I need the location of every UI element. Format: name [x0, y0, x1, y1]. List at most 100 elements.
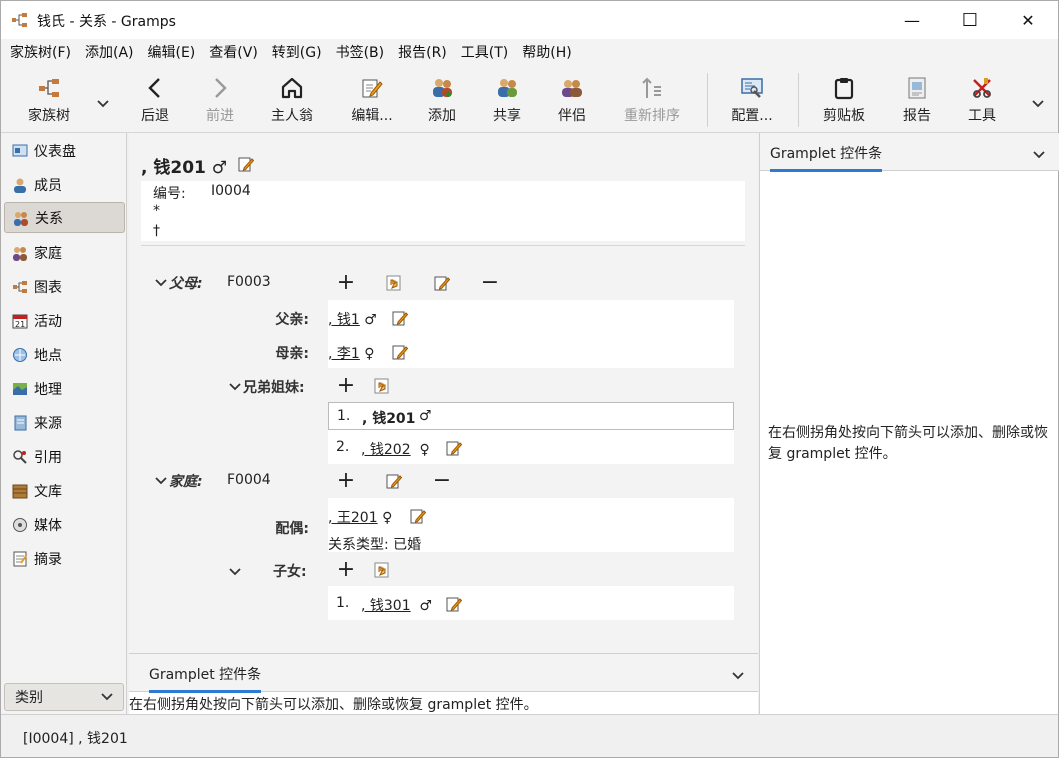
add-child-button[interactable]: + — [337, 559, 355, 581]
remove-parents-button[interactable]: − — [481, 272, 499, 294]
config-view-icon — [739, 75, 765, 101]
share-button[interactable]: 共享 — [484, 71, 530, 129]
family-tree-dropdown[interactable] — [93, 71, 113, 129]
sidebar-item-dashboard[interactable]: 仪表盘 — [4, 135, 125, 166]
chevron-down-icon[interactable] — [732, 668, 744, 684]
add-sibling-button[interactable]: + — [337, 375, 355, 397]
share-sibling-icon[interactable] — [373, 377, 391, 395]
chevron-down-icon[interactable] — [155, 276, 167, 290]
status-bar: [I0004] , 钱201 — [1, 714, 1058, 757]
repository-icon — [12, 483, 28, 499]
status-text: [I0004] , 钱201 — [23, 731, 128, 747]
edit-spouse-icon[interactable] — [409, 507, 427, 525]
chart-icon — [12, 279, 28, 295]
mother-label: 母亲: — [275, 346, 309, 362]
menu-help[interactable]: 帮助(H) — [515, 39, 578, 67]
add-person-icon — [429, 75, 455, 101]
mother-link[interactable]: , 李1 ♀ — [328, 343, 375, 363]
note-icon — [12, 551, 28, 567]
child-link[interactable]: , 钱301 ♂ — [361, 595, 432, 615]
chevron-down-icon[interactable] — [1033, 147, 1045, 163]
menu-tools[interactable]: 工具(T) — [454, 39, 515, 67]
sidebar-item-events[interactable]: 21 活动 — [4, 305, 125, 336]
right-gramplet-tab[interactable]: Gramplet 控件条 — [770, 143, 883, 172]
children-label: 子女: — [273, 564, 307, 580]
sidebar-item-notes[interactable]: 摘录 — [4, 543, 125, 574]
remove-family-button[interactable]: − — [433, 470, 451, 492]
relationship-view: , 钱201 ♂ 编号: I0004 * † 父母: F0003 + − 父亲:… — [129, 133, 758, 653]
toolbar-overflow-dropdown[interactable] — [1028, 71, 1048, 129]
sidebar-item-people[interactable]: 成员 — [4, 169, 125, 200]
menu-add[interactable]: 添加(A) — [78, 39, 141, 67]
chevron-down-icon — [1025, 91, 1051, 117]
right-gramplet-header: Gramplet 控件条 — [760, 133, 1059, 172]
sidebar-item-families[interactable]: 家庭 — [4, 237, 125, 268]
toolbar-separator — [798, 73, 799, 127]
clipboard-button[interactable]: 剪贴板 — [816, 71, 872, 129]
family-tree-button[interactable]: 家族树 — [19, 71, 79, 129]
reorder-button[interactable]: 重新排序 — [617, 71, 687, 129]
father-label: 父亲: — [275, 312, 309, 328]
clipboard-icon — [831, 75, 857, 101]
report-button[interactable]: 报告 — [894, 71, 940, 129]
sibling-row-selected[interactable]: 1. , 钱201 ♂ — [328, 402, 734, 430]
partner-button[interactable]: 伴侣 — [549, 71, 595, 129]
parents-box — [328, 300, 734, 368]
edit-family-icon[interactable] — [385, 472, 403, 490]
menu-reports[interactable]: 报告(R) — [391, 39, 454, 67]
geography-icon — [12, 381, 28, 397]
sidebar-item-citations[interactable]: 引用 — [4, 441, 125, 472]
maximize-button[interactable]: ☐ — [947, 1, 993, 39]
edit-child-icon[interactable] — [445, 595, 463, 613]
edit-parents-icon[interactable] — [433, 274, 451, 292]
share-parents-icon[interactable] — [385, 274, 403, 292]
back-button[interactable]: 后退 — [133, 71, 177, 129]
sidebar-item-geography[interactable]: 地理 — [4, 373, 125, 404]
share-person-icon — [494, 75, 520, 101]
menu-view[interactable]: 查看(V) — [202, 39, 265, 67]
close-button[interactable]: ✕ — [1005, 1, 1051, 39]
minimize-button[interactable]: — — [889, 1, 935, 39]
menu-go[interactable]: 转到(G) — [265, 39, 329, 67]
parents-family-id: F0003 — [227, 274, 271, 290]
sidebar-item-sources[interactable]: 来源 — [4, 407, 125, 438]
siblings-label: 兄弟姐妹: — [243, 380, 305, 396]
sidebar-item-charts[interactable]: 图表 — [4, 271, 125, 302]
chevron-down-icon[interactable] — [229, 565, 241, 579]
add-button[interactable]: 添加 — [419, 71, 465, 129]
chevron-down-icon[interactable] — [155, 474, 167, 488]
navigator-sidebar: 仪表盘 成员 关系 家庭 图表 21 活动 地点 地理 来源 引用 文库 媒体 … — [1, 133, 127, 714]
person-info-box: 编号: I0004 * † — [141, 181, 745, 241]
window-title: 钱氏 - 关系 - Gramps — [37, 14, 176, 30]
edit-mother-icon[interactable] — [391, 343, 409, 361]
home-person-button[interactable]: 主人翁 — [264, 71, 320, 129]
spouse-link[interactable]: , 王201 ♀ — [328, 507, 392, 527]
category-dropdown[interactable]: 类别 — [4, 683, 124, 711]
share-child-icon[interactable] — [373, 561, 391, 579]
forward-button[interactable]: 前进 — [198, 71, 242, 129]
chevron-down-icon[interactable] — [229, 380, 241, 394]
source-icon — [12, 415, 28, 431]
sibling-link[interactable]: , 钱202 ♀ — [361, 439, 430, 459]
edit-person-icon[interactable] — [237, 155, 255, 173]
sidebar-item-relationships[interactable]: 关系 — [4, 202, 125, 233]
edit-button[interactable]: 编辑... — [344, 71, 400, 129]
chevron-down-icon — [90, 91, 116, 117]
tools-button[interactable]: 工具 — [959, 71, 1005, 129]
menu-bookmarks[interactable]: 书签(B) — [329, 39, 392, 67]
sidebar-item-media[interactable]: 媒体 — [4, 509, 125, 540]
add-parents-button[interactable]: + — [337, 272, 355, 294]
menu-edit[interactable]: 编辑(E) — [141, 39, 203, 67]
father-link[interactable]: , 钱1 ♂ — [328, 309, 377, 329]
menu-family-tree[interactable]: 家族树(F) — [3, 39, 78, 67]
edit-father-icon[interactable] — [391, 309, 409, 327]
person-id-value: I0004 — [211, 183, 251, 199]
edit-sibling-icon[interactable] — [445, 439, 463, 457]
sidebar-item-places[interactable]: 地点 — [4, 339, 125, 370]
reorder-icon — [639, 75, 665, 101]
config-button[interactable]: 配置... — [724, 71, 780, 129]
bottom-gramplet-tab[interactable]: Gramplet 控件条 — [149, 664, 262, 693]
menu-bar: 家族树(F) 添加(A) 编辑(E) 查看(V) 转到(G) 书签(B) 报告(… — [1, 39, 1058, 67]
sidebar-item-repositories[interactable]: 文库 — [4, 475, 125, 506]
add-family-button[interactable]: + — [337, 470, 355, 492]
